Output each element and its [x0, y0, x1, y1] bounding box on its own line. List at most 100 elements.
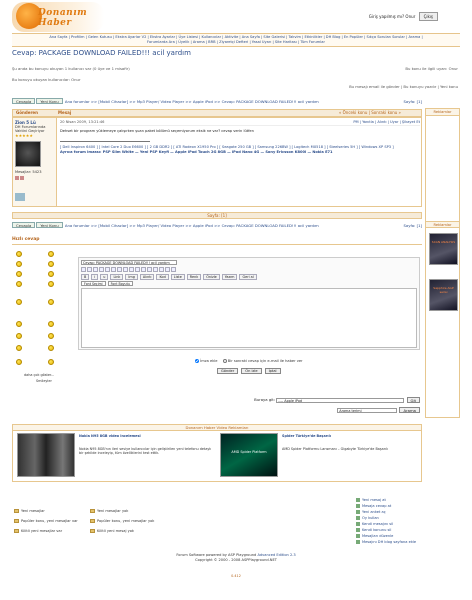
quote-icon[interactable] [129, 267, 134, 272]
breadcrumb-2[interactable]: Ana forumlar >> [Mobil Cihazlar] >> Mp3 … [65, 223, 319, 228]
link-icon[interactable] [117, 267, 122, 272]
page-header: Donanım Haber Giriş yapılmış mı? Onur Çı… [12, 2, 460, 32]
forum-jump-select[interactable]: ---- Apple iPod [276, 397, 405, 403]
editor-btn-undo[interactable]: Geri al [239, 274, 257, 280]
smiley-icon[interactable] [16, 299, 22, 305]
notify-option[interactable]: Bir sonraki cevap için e-mail ile haber … [222, 359, 303, 363]
hr-icon[interactable] [165, 267, 170, 272]
new-topic-button-2[interactable]: Yeni Konu [36, 222, 63, 228]
logout-button[interactable]: Çıkış [418, 12, 438, 21]
smiley-icon[interactable] [16, 321, 22, 327]
phone-thumbnail[interactable] [17, 433, 75, 477]
signature-option[interactable]: İmza ekle [195, 359, 217, 363]
related-video-2-desc: AMD Spider Platformu Lansmanı – Gigabyte… [282, 447, 388, 451]
smiley-icon[interactable] [16, 281, 22, 287]
editor-btn-underline[interactable]: u [100, 274, 109, 280]
legend-new-posts-label: Yeni mesajlar [21, 509, 45, 513]
font-family-select[interactable]: Font Seçimi [81, 281, 106, 286]
pages-row[interactable]: Sayfa: [1] [12, 212, 422, 219]
smiley-icon[interactable] [48, 299, 54, 305]
smiley-icon[interactable] [16, 271, 22, 277]
footer-version[interactable]: Advanced Edition 2.3 [257, 553, 295, 557]
smiley-insert-icon[interactable] [153, 267, 158, 272]
smiley-panel: daha çok göster... Smileyler [14, 249, 74, 389]
reply-button[interactable]: Cevapla [12, 98, 36, 104]
align-left-icon[interactable] [99, 267, 104, 272]
align-right-icon[interactable] [111, 267, 116, 272]
smiley-icon[interactable] [48, 261, 54, 267]
align-center-icon[interactable] [105, 267, 110, 272]
image-icon[interactable] [123, 267, 128, 272]
smiley-icon[interactable] [48, 251, 54, 257]
message-textarea[interactable] [81, 288, 417, 348]
smiley-icon[interactable] [16, 333, 22, 339]
smiley-icon[interactable] [16, 345, 22, 351]
list-icon[interactable] [141, 267, 146, 272]
topic-tools[interactable]: Bu mesajı email ile gönder | Bu konuyu y… [349, 84, 458, 89]
editor-btn-color[interactable]: Renk [186, 274, 202, 280]
related-video-1-title[interactable]: Nokia N95 8GB video incelemesi [79, 434, 141, 438]
editor-btn-link[interactable]: Link [110, 274, 124, 280]
author-contact-icons[interactable] [15, 176, 54, 181]
forum-jump-label: Buraya git: [254, 397, 276, 402]
underline-icon[interactable] [93, 267, 98, 272]
smiley-icon[interactable] [48, 281, 54, 287]
font-size-select[interactable]: Font Boyutu [107, 281, 133, 286]
smiley-icon[interactable] [48, 271, 54, 277]
forum-post: Zion 5 Lü DH Forumlarında Vaktini Geçiri… [12, 117, 422, 207]
signature-checkbox[interactable] [195, 359, 199, 363]
new-topic-button[interactable]: Yeni Konu [36, 98, 63, 104]
navbar-links-2[interactable]: Forumlarda Ara | Üyelik | Arama | BRB | … [12, 40, 460, 45]
smiley-icon[interactable] [48, 345, 54, 351]
subject-input[interactable]: Cevap: PACKAGE DOWNLOAD FAILED!!! acil y… [81, 260, 177, 265]
smiley-icon[interactable] [16, 251, 22, 257]
bold-icon[interactable] [81, 267, 86, 272]
editor-btn-spell[interactable]: Yazım [221, 274, 238, 280]
editor-btn-quote[interactable]: Alıntı [139, 274, 155, 280]
related-video-1[interactable]: Nokia N95 8GB video incelemesi Nokia N95… [15, 433, 215, 479]
code-icon[interactable] [135, 267, 140, 272]
editor-btn-code[interactable]: Kod [156, 274, 169, 280]
check-icon [356, 522, 360, 526]
pm-icon[interactable] [15, 176, 19, 180]
ad-sidebar: Reklamlar Reklamlar SCAN ANALYSIS Sapphi… [425, 108, 460, 418]
smiley-icon[interactable] [48, 333, 54, 339]
editor-btn-bold[interactable]: B [81, 274, 90, 280]
search-button[interactable]: Arama [399, 407, 420, 413]
search-input[interactable]: Arama terimi [337, 407, 398, 413]
italic-icon[interactable] [87, 267, 92, 272]
top-button-bar: Cevapla Yeni Konu Ana forumlar >> [Mobil … [12, 98, 422, 105]
pagination-2[interactable]: Sayfa: [1] [403, 222, 422, 229]
editor-btn-list[interactable]: Liste [170, 274, 185, 280]
related-video-2-title[interactable]: Spider Türkiye'de Başarılı [282, 434, 331, 438]
editor-btn-preview[interactable]: Önizle [203, 274, 220, 280]
undo-icon[interactable] [171, 267, 176, 272]
color-icon[interactable] [147, 267, 152, 272]
reply-button-2[interactable]: Cevapla [12, 222, 36, 228]
more-smilies-link[interactable]: daha çok göster... [24, 373, 54, 377]
sidebar-ad-2[interactable]: Sapphire AGP serisi [429, 279, 458, 311]
preview-button[interactable]: Ön izle [241, 368, 262, 374]
table-icon[interactable] [159, 267, 164, 272]
notify-checkbox[interactable] [222, 359, 227, 363]
amd-thumbnail[interactable]: AMD Spider Platform [220, 433, 278, 477]
submit-button[interactable]: Gönder [217, 368, 239, 374]
check-icon [356, 534, 360, 538]
smiley-icon[interactable] [48, 321, 54, 327]
prev-next-topic-links[interactable]: « Önceki konu | Sonraki konu » [339, 110, 401, 116]
forum-jump-go-button[interactable]: Git [406, 397, 420, 403]
site-logo[interactable]: Donanım Haber [12, 2, 104, 32]
editor-btn-image[interactable]: Img [125, 274, 138, 280]
email-icon[interactable] [20, 176, 24, 180]
related-video-2[interactable]: AMD Spider Platform Spider Türkiye'de Ba… [218, 433, 418, 479]
smiley-icon[interactable] [16, 261, 22, 267]
breadcrumb[interactable]: Ana forumlar >> [Mobil Cihazlar] >> Mp3 … [65, 99, 319, 104]
signature-detail[interactable]: Ayrıca forum imzası: PSP Slim White — Ye… [60, 150, 420, 154]
cancel-button[interactable]: İptal [264, 368, 281, 374]
smiley-icon[interactable] [16, 359, 22, 365]
smiley-icon[interactable] [48, 359, 54, 365]
post-tools[interactable]: PM | Yanıtla | Alıntı | Uyar | Şikayet E… [353, 120, 420, 124]
sidebar-ad-1[interactable]: SCAN ANALYSIS [429, 233, 458, 265]
pagination[interactable]: Sayfa: [1] [403, 98, 422, 105]
editor-btn-italic[interactable]: i [91, 274, 99, 280]
